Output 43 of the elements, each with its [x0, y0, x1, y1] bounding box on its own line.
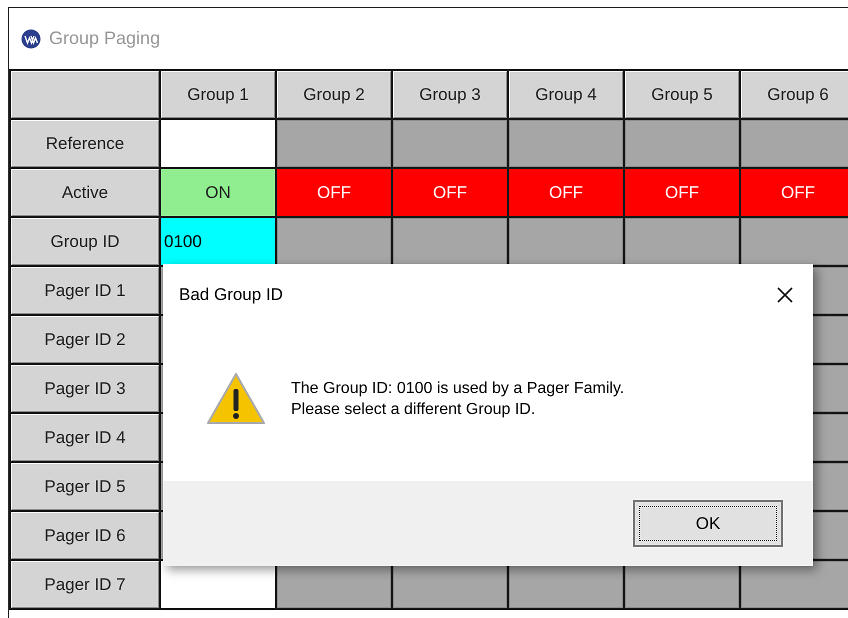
row-header: Group ID: [11, 218, 159, 265]
row-header: Pager ID 2: [11, 316, 159, 363]
active-toggle[interactable]: OFF: [509, 169, 623, 216]
input-field[interactable]: [741, 120, 848, 167]
input-field[interactable]: [625, 218, 739, 265]
column-header: Group 6: [741, 71, 848, 118]
input-field[interactable]: [161, 120, 275, 167]
input-field[interactable]: [277, 120, 391, 167]
input-field[interactable]: [741, 218, 848, 265]
input-field[interactable]: [741, 561, 848, 608]
column-header: Group 2: [277, 71, 391, 118]
input-field[interactable]: [161, 561, 275, 608]
column-header: Group 4: [509, 71, 623, 118]
warning-icon: [205, 370, 267, 426]
input-field[interactable]: [393, 120, 507, 167]
row-header: Pager ID 7: [11, 561, 159, 608]
input-field[interactable]: [277, 218, 391, 265]
row-header: Pager ID 6: [11, 512, 159, 559]
column-header: Group 3: [393, 71, 507, 118]
ok-button[interactable]: OK: [633, 500, 783, 547]
active-toggle[interactable]: ON: [161, 169, 275, 216]
dialog-message: The Group ID: 0100 is used by a Pager Family. Please select a different Group ID.: [291, 378, 624, 420]
active-toggle[interactable]: OFF: [393, 169, 507, 216]
app-logo-icon: [21, 28, 41, 48]
row-header: Pager ID 1: [11, 267, 159, 314]
input-field[interactable]: [625, 120, 739, 167]
window-title: Group Paging: [49, 27, 160, 50]
input-field[interactable]: [509, 218, 623, 265]
input-field[interactable]: [509, 120, 623, 167]
input-field[interactable]: 0100: [161, 218, 275, 265]
column-header: Group 1: [161, 71, 275, 118]
row-header: Pager ID 3: [11, 365, 159, 412]
row-header: Pager ID 5: [11, 463, 159, 510]
input-field[interactable]: [393, 218, 507, 265]
column-header: Group 5: [625, 71, 739, 118]
active-toggle[interactable]: OFF: [625, 169, 739, 216]
dialog-title: Bad Group ID: [179, 284, 283, 306]
close-icon[interactable]: [775, 285, 795, 305]
row-header: Active: [11, 169, 159, 216]
active-toggle[interactable]: OFF: [277, 169, 391, 216]
row-header: Pager ID 4: [11, 414, 159, 461]
active-toggle[interactable]: OFF: [741, 169, 848, 216]
row-header: Reference: [11, 120, 159, 167]
